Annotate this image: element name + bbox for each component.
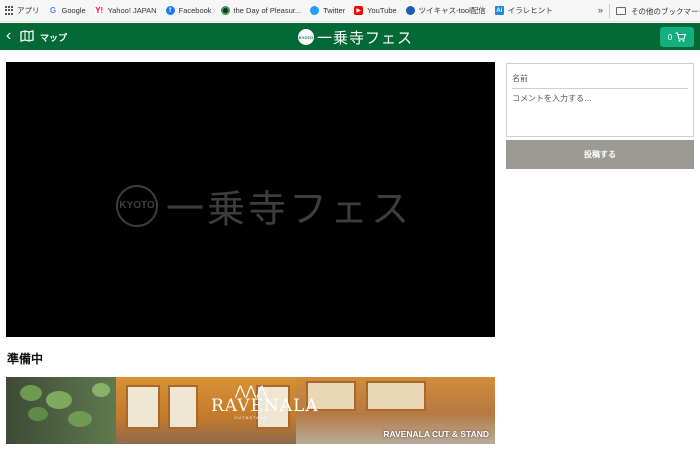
bookmarks-overflow-button[interactable]: » <box>598 5 603 15</box>
bookmark-label: Twitter <box>323 6 346 15</box>
cart-count: 0 <box>667 32 673 42</box>
comment-textarea[interactable] <box>512 93 688 133</box>
submit-comment-button[interactable]: 投稿する <box>506 140 694 169</box>
folder-icon <box>616 7 626 15</box>
banner-plants <box>6 377 116 444</box>
bookmark-twitter[interactable]: Twitter <box>310 6 345 15</box>
day-of-pleasure-icon <box>220 6 230 15</box>
banner-brand-name: RAVENALA <box>211 396 319 416</box>
watermark-text: 一乗寺フェス <box>166 187 413 231</box>
logo-text: 一乗寺フェス <box>317 28 414 47</box>
bookmark-label: Facebook <box>178 6 212 15</box>
bookmark-irare-hint[interactable]: Ai イラレヒント <box>494 5 553 16</box>
bookmark-label: ツイキャス-tool配信 <box>418 6 486 15</box>
watermark-badge: KYOTO <box>116 184 158 227</box>
bookmark-facebook[interactable]: f Facebook <box>165 6 212 15</box>
twitter-icon <box>310 6 320 15</box>
status-text: 準備中 <box>7 352 44 366</box>
google-icon: G <box>48 6 58 15</box>
bookmark-label: アプリ <box>17 6 40 15</box>
bookmark-label: Google <box>61 6 86 15</box>
bookmark-label: YouTube <box>367 6 397 15</box>
cart-icon <box>675 32 687 42</box>
other-bookmarks-folder[interactable]: その他のブックマーク <box>616 0 700 21</box>
video-watermark-logo: KYOTO 一乗寺フェス <box>116 178 412 233</box>
bookmark-youtube[interactable]: ▶ YouTube <box>354 6 397 15</box>
twitcasting-icon <box>405 6 415 15</box>
ravenala-logo: ⋀⋀⋀ RAVENALA CUT&STAND <box>211 384 319 420</box>
bookmark-label: Yahoo! JAPAN <box>107 6 157 15</box>
bookmark-google[interactable]: G Google <box>48 6 86 15</box>
bookmark-apps[interactable]: アプリ <box>4 5 40 16</box>
name-input[interactable] <box>512 69 688 89</box>
bookmark-label: the Day of Pleasur... <box>233 6 302 15</box>
cart-button[interactable]: 0 <box>660 27 694 47</box>
banner-caption: RAVENALA CUT & STAND <box>383 429 489 439</box>
back-chevron-icon[interactable]: ‹ <box>6 28 20 45</box>
site-header: ‹ マップ KYOTO 一乗寺フェス <box>0 23 700 50</box>
facebook-icon: f <box>165 6 175 15</box>
bookmark-twitcasting[interactable]: ツイキャス-tool配信 <box>405 5 486 16</box>
map-link[interactable]: マップ <box>40 31 67 44</box>
comment-form <box>506 63 694 137</box>
video-player[interactable]: KYOTO 一乗寺フェス <box>6 62 495 337</box>
logo-badge: KYOTO <box>298 29 314 45</box>
site-logo[interactable]: KYOTO 一乗寺フェス <box>298 27 413 47</box>
youtube-icon: ▶ <box>354 6 364 15</box>
bookmark-label: イラレヒント <box>507 6 553 15</box>
bookmark-day-of-pleasure[interactable]: the Day of Pleasur... <box>220 6 302 15</box>
bookmark-yahoo-japan[interactable]: Y! Yahoo! JAPAN <box>94 6 157 15</box>
map-icon[interactable] <box>20 30 34 42</box>
sponsor-banner[interactable]: ⋀⋀⋀ RAVENALA CUT&STAND RAVENALA CUT & ST… <box>6 377 495 444</box>
apps-grid-icon <box>4 6 13 15</box>
other-bookmarks-label: その他のブックマーク <box>631 6 700 16</box>
bookmarks-divider <box>609 4 610 18</box>
bookmarks-bar: アプリ G Google Y! Yahoo! JAPAN f Facebook … <box>0 0 700 22</box>
yahoo-japan-icon: Y! <box>94 6 104 15</box>
irare-hint-icon: Ai <box>494 6 504 15</box>
